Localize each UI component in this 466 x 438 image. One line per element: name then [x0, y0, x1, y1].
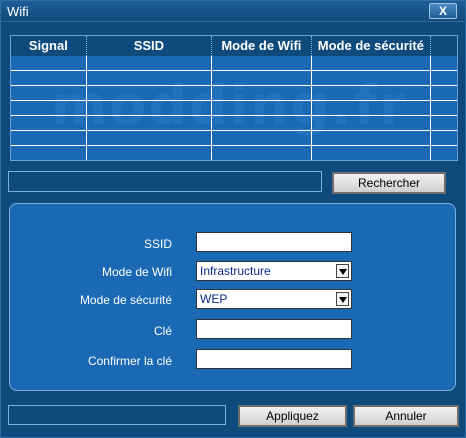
column-header-signal[interactable]: Signal	[11, 36, 87, 56]
table-cell	[87, 131, 213, 146]
apply-button[interactable]: Appliquez	[238, 405, 347, 427]
table-cell	[212, 56, 312, 71]
footer-status-field	[8, 405, 226, 425]
table-cell	[431, 146, 457, 160]
ssid-label: SSID	[143, 237, 172, 251]
table-cell	[11, 146, 87, 160]
wifi-settings-panel: SSID Mode de Wifi Infrastructure Mode de…	[9, 203, 456, 391]
table-cell	[431, 71, 457, 86]
confirm-key-label: Confirmer la clé	[87, 354, 172, 368]
table-cell	[11, 71, 87, 86]
network-list-header: Signal SSID Mode de Wifi Mode de sécurit…	[11, 36, 457, 56]
column-header-ssid[interactable]: SSID	[87, 36, 213, 56]
table-cell	[212, 146, 312, 160]
table-cell	[312, 131, 432, 146]
key-label: Clé	[153, 324, 172, 338]
table-cell	[87, 71, 213, 86]
table-cell	[212, 101, 312, 116]
chevron-down-icon[interactable]	[336, 264, 349, 278]
wifi-mode-select[interactable]: Infrastructure	[196, 261, 352, 281]
column-header-spacer	[431, 36, 457, 56]
cancel-button[interactable]: Annuler	[353, 405, 459, 427]
close-icon: X	[438, 4, 447, 18]
confirm-key-input[interactable]	[196, 349, 352, 369]
table-cell	[11, 101, 87, 116]
table-cell	[312, 71, 432, 86]
table-cell	[312, 116, 432, 131]
table-row[interactable]	[11, 56, 457, 71]
wifi-dialog: Wifi X Signal SSID Mode de Wifi Mode de …	[0, 0, 466, 438]
table-cell	[431, 131, 457, 146]
table-cell	[11, 86, 87, 101]
network-list[interactable]: Signal SSID Mode de Wifi Mode de sécurit…	[10, 35, 458, 161]
close-button[interactable]: X	[429, 3, 457, 19]
ssid-input[interactable]	[196, 232, 352, 252]
table-cell	[87, 116, 213, 131]
column-header-security-mode[interactable]: Mode de sécurité	[312, 36, 432, 56]
table-cell	[212, 71, 312, 86]
table-row[interactable]	[11, 101, 457, 116]
table-cell	[431, 101, 457, 116]
table-cell	[11, 56, 87, 71]
column-header-wifi-mode[interactable]: Mode de Wifi	[212, 36, 312, 56]
table-row[interactable]	[11, 86, 457, 101]
table-cell	[87, 146, 213, 160]
search-button[interactable]: Rechercher	[332, 172, 446, 194]
table-row[interactable]	[11, 116, 457, 131]
table-cell	[87, 101, 213, 116]
security-mode-select[interactable]: WEP	[196, 289, 352, 309]
table-row[interactable]	[11, 146, 457, 160]
table-cell	[11, 131, 87, 146]
table-cell	[431, 56, 457, 71]
search-status-field	[8, 171, 322, 192]
title-bar[interactable]: Wifi X	[1, 1, 465, 22]
table-cell	[87, 86, 213, 101]
key-input[interactable]	[196, 319, 352, 339]
wifi-mode-value: Infrastructure	[200, 264, 271, 278]
table-cell	[312, 146, 432, 160]
security-mode-label: Mode de sécurité	[79, 293, 172, 307]
table-row[interactable]	[11, 131, 457, 146]
table-cell	[431, 86, 457, 101]
wifi-mode-label: Mode de Wifi	[101, 265, 172, 279]
table-row[interactable]	[11, 71, 457, 86]
security-mode-value: WEP	[200, 292, 228, 306]
table-cell	[87, 56, 213, 71]
table-cell	[312, 56, 432, 71]
table-cell	[11, 116, 87, 131]
table-cell	[212, 131, 312, 146]
table-cell	[212, 86, 312, 101]
table-cell	[212, 116, 312, 131]
table-cell	[312, 86, 432, 101]
table-cell	[312, 101, 432, 116]
table-cell	[431, 116, 457, 131]
chevron-down-icon[interactable]	[336, 292, 349, 306]
window-title: Wifi	[7, 4, 29, 19]
